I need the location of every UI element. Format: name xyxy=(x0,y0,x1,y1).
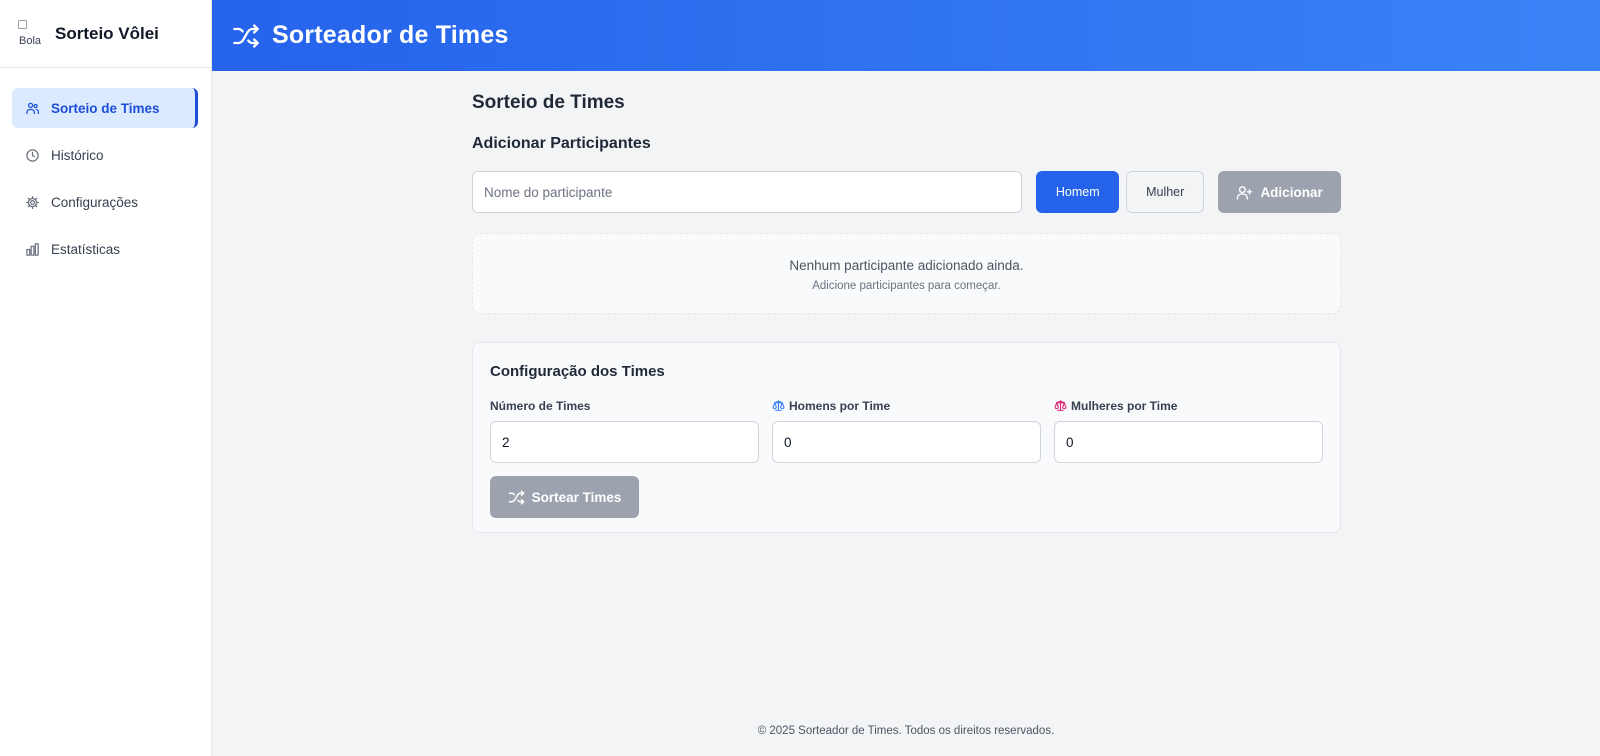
number-of-teams-label: Número de Times xyxy=(490,398,759,413)
user-plus-icon xyxy=(1237,185,1253,200)
field-men-per-team: Homens por Time xyxy=(772,398,1041,463)
sidebar-nav: Sorteio de Times Histórico Configurações… xyxy=(0,68,211,269)
add-button-label: Adicionar xyxy=(1260,184,1323,200)
brand-name: Sorteio Vôlei xyxy=(55,23,159,43)
sidebar-item-sorteio[interactable]: Sorteio de Times xyxy=(12,88,198,128)
config-fields: Número de Times Homens por Time xyxy=(490,398,1323,463)
clock-icon xyxy=(26,148,39,162)
field-number-of-teams: Número de Times xyxy=(490,398,759,463)
shuffle-icon xyxy=(233,23,259,48)
add-participants-title: Adicionar Participantes xyxy=(472,135,651,152)
top-header: Sorteador de Times xyxy=(212,0,1600,71)
women-per-team-input[interactable] xyxy=(1054,421,1323,463)
header-title: Sorteador de Times xyxy=(272,21,509,49)
page-title: Sorteio de Times xyxy=(472,92,625,113)
men-per-team-input[interactable] xyxy=(772,421,1041,463)
scale-icon-female xyxy=(1054,400,1067,411)
users-icon xyxy=(26,102,40,114)
add-participant-button[interactable]: Adicionar xyxy=(1218,171,1341,213)
sidebar-item-label: Estatísticas xyxy=(51,241,121,257)
sidebar-item-label: Sorteio de Times xyxy=(51,100,160,116)
field-label-text: Número de Times xyxy=(490,398,591,413)
empty-state-message: Nenhum participante adicionado ainda. xyxy=(789,258,1024,273)
number-of-teams-input[interactable] xyxy=(490,421,759,463)
scale-icon-male xyxy=(772,400,785,411)
sidebar-item-historico[interactable]: Histórico xyxy=(12,135,199,175)
participants-empty-state: Nenhum participante adicionado ainda. Ad… xyxy=(472,233,1341,314)
gender-female-button[interactable]: Mulher xyxy=(1126,171,1205,213)
brand[interactable]: Bola Sorteio Vôlei xyxy=(0,0,211,68)
men-per-team-label: Homens por Time xyxy=(772,398,1041,413)
sidebar-item-estatisticas[interactable]: Estatísticas xyxy=(12,229,199,269)
logo-alt-text: Bola xyxy=(19,34,42,47)
women-per-team-label: Mulheres por Time xyxy=(1054,398,1323,413)
field-label-text: Homens por Time xyxy=(789,398,891,413)
add-participant-row: Homem Mulher Adicionar xyxy=(472,171,1341,213)
field-label-text: Mulheres por Time xyxy=(1071,398,1178,413)
sidebar-item-configuracoes[interactable]: Configurações xyxy=(12,182,199,222)
bar-chart-icon xyxy=(26,242,39,256)
empty-state-hint: Adicione participantes para começar. xyxy=(812,280,1001,292)
gender-male-button[interactable]: Homem xyxy=(1036,171,1120,213)
broken-image-icon xyxy=(18,19,27,29)
gear-icon xyxy=(25,195,40,209)
shuffle-icon xyxy=(508,489,524,505)
participant-name-input[interactable] xyxy=(472,171,1023,213)
sort-teams-button[interactable]: Sortear Times xyxy=(490,476,639,518)
main-content: Sorteio de Times Adicionar Participantes… xyxy=(472,92,1341,533)
team-config-card: Configuração dos Times Número de Times H… xyxy=(472,342,1341,533)
team-config-title: Configuração dos Times xyxy=(490,363,665,380)
sidebar: Bola Sorteio Vôlei Sorteio de Times Hist… xyxy=(0,0,212,756)
sidebar-item-label: Histórico xyxy=(51,147,104,163)
field-women-per-team: Mulheres por Time xyxy=(1054,398,1323,463)
logo-image: Bola xyxy=(18,19,44,48)
footer: © 2025 Sorteador de Times. Todos os dire… xyxy=(757,725,1055,737)
sort-button-label: Sortear Times xyxy=(531,489,622,505)
sidebar-item-label: Configurações xyxy=(51,194,139,210)
